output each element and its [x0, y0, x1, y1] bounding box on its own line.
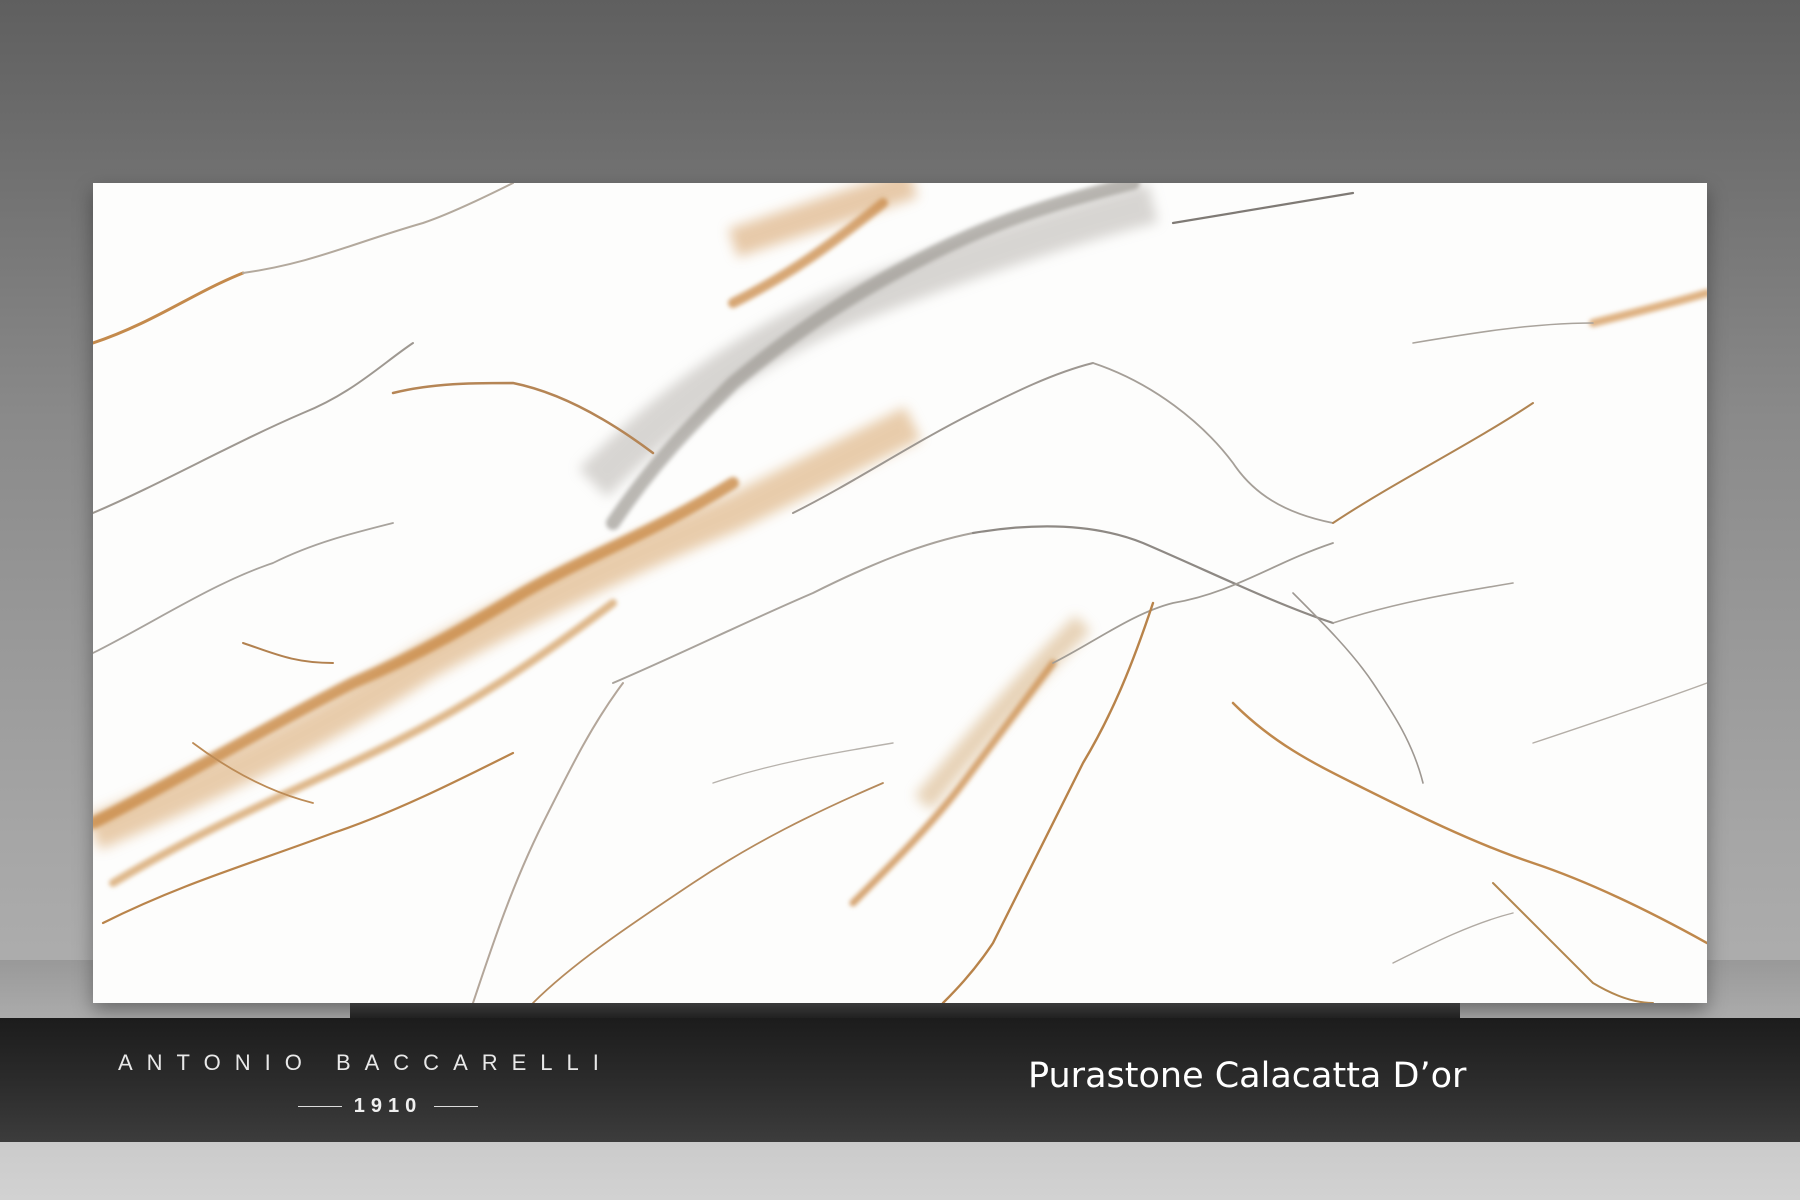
- caption-banner: [0, 1018, 1800, 1142]
- product-name: Purastone Calacatta D’or: [1028, 1056, 1467, 1096]
- marble-vein-pattern: [93, 183, 1707, 1003]
- year-left-rule: [297, 1105, 342, 1107]
- slab-stand: [350, 1003, 1460, 1019]
- marble-slab-image: [93, 183, 1707, 1003]
- brand-year: 1910: [353, 1094, 423, 1117]
- showroom-scene: ANTONIO BACCARELLI 1910 Purastone Calaca…: [0, 0, 1800, 1200]
- brand-year-row: 1910: [288, 1093, 488, 1119]
- brand-name: ANTONIO BACCARELLI: [118, 1050, 613, 1075]
- year-right-rule: [434, 1105, 479, 1107]
